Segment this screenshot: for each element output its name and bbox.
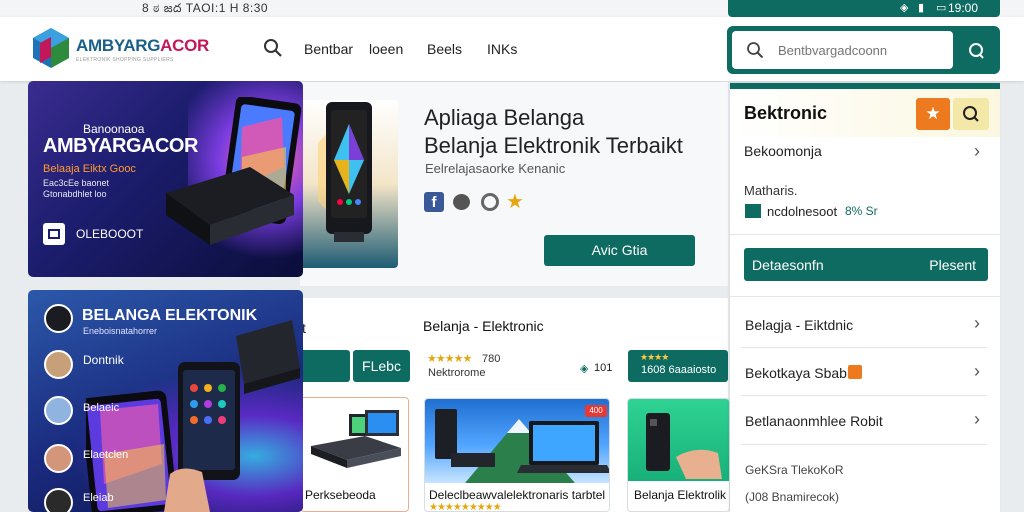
panel-footer-2: (J08 Bnamirecok) <box>745 490 840 504</box>
rating-count: 780 <box>482 353 501 365</box>
status-bar: 8 ಠ జద TAOI:1 H 8:30 ◈ ▮ ▭ 19:00 <box>0 0 1024 17</box>
panel-item-1[interactable]: Belagja - Eiktdnic <box>745 317 853 333</box>
panel-divider <box>730 296 1000 297</box>
rating-label: Nektrorome <box>428 367 486 379</box>
nav-link-3[interactable]: Beels <box>427 41 462 57</box>
wifi-icon: ◈ <box>900 2 909 14</box>
promo1-cta-icon <box>43 223 65 245</box>
promo2-avatar-4[interactable] <box>44 488 73 512</box>
chat-icon[interactable] <box>453 194 470 210</box>
panel-note-badge: 8% Sr <box>845 204 878 218</box>
share-icon[interactable] <box>481 193 499 211</box>
panel-action-button[interactable]: Detaesonfn Plesent <box>744 248 988 281</box>
chevron-right-icon[interactable]: › <box>974 313 980 334</box>
signal-icon: ▮ <box>918 2 925 14</box>
promo2-label-4: Eleiab <box>83 492 114 504</box>
chevron-right-icon[interactable]: › <box>974 141 980 162</box>
promo2-avatar-3[interactable] <box>44 444 73 473</box>
star-icon[interactable]: ★ <box>506 189 524 214</box>
panel-footer-1: GeKSra TlekoKoR <box>745 463 844 477</box>
filter-button[interactable]: FLebc <box>353 350 410 382</box>
hero-phone-image <box>318 102 372 242</box>
product-card-2-stars: ★★★★★★★★★ <box>429 502 502 512</box>
note-check-icon <box>745 204 761 218</box>
panel-divider <box>730 234 1000 235</box>
discount-badge: 400 <box>585 405 607 417</box>
rating-stars: ★★★★★ <box>427 353 472 365</box>
price-icon: ◈ <box>580 363 589 375</box>
promo2-avatar-1[interactable] <box>44 350 73 379</box>
promo-device-image <box>166 97 302 245</box>
panel-row-1-label[interactable]: Bekoomonja <box>744 143 822 159</box>
search-input[interactable] <box>732 31 953 69</box>
section-title: Belanja - Elektronic <box>423 318 544 334</box>
panel-item-2[interactable]: Bekotkaya Sbabl <box>745 365 850 381</box>
panel-divider <box>741 444 987 445</box>
promo2-label-2: Belaeic <box>83 402 120 414</box>
product-card-1[interactable]: Perksebeoda <box>300 397 409 512</box>
nav-link-1[interactable]: Bentbar <box>304 41 353 57</box>
panel-title: Bektronic <box>744 103 828 123</box>
search-icon[interactable] <box>263 38 283 58</box>
promo2-label-3: Elaetclen <box>83 449 129 461</box>
price-value: 101 <box>594 362 613 374</box>
promo2-avatar-0 <box>44 304 73 333</box>
battery-icon: ▭ <box>936 2 947 14</box>
brand-logo-icon[interactable] <box>32 27 70 69</box>
favorite-star-button[interactable]: ★ <box>916 98 950 130</box>
promo2-label-1: Dontnik <box>83 353 124 367</box>
promo1-top-text: Banoonaoa <box>83 122 145 136</box>
product-card-1-title: Perksebeoda <box>305 488 376 502</box>
product-card-3-title: Belanja Elektrolik <box>634 488 727 502</box>
promo1-cta[interactable]: OLEBOOOT <box>76 227 143 241</box>
product-card-2-title: Deleclbeawvalelektronaris tarbtel <box>429 488 606 502</box>
chevron-right-icon[interactable]: › <box>974 361 980 382</box>
promo-banner-bottom[interactable]: BELANGA ELEKTONIK Eneboisnatahorrer Dont… <box>28 290 303 512</box>
hero-subtitle: Eelrelajasaorke Kenanic <box>425 161 566 176</box>
product-card-3[interactable]: Belanja Elektrolik <box>627 398 730 512</box>
hot-badge-icon <box>848 365 862 379</box>
panel-item-3[interactable]: Betlanaonmhlee Robit <box>745 413 883 429</box>
nav-link-2[interactable]: loeen <box>369 41 403 57</box>
panel-search-button[interactable] <box>953 98 989 130</box>
price-pill-stars: ★★★★ <box>640 352 669 362</box>
promo-banner-top[interactable]: Banoonaoa AMBYARGACOR Belaaja Eiktx Gooc… <box>28 81 303 277</box>
promo1-subtitle: Belaaja Eiktx Gooc <box>43 163 136 175</box>
hero-cta-button[interactable]: Avic Gtia <box>544 235 695 266</box>
product-image-phone-hand <box>646 413 722 479</box>
nav-link-4[interactable]: INKs <box>487 41 517 57</box>
search-submit-button[interactable] <box>962 37 990 65</box>
section-tab-left[interactable] <box>300 350 350 382</box>
panel-divider <box>741 347 987 348</box>
product-card-2[interactable]: 400 Deleclbeawvalelektronaris tarbtel ★★… <box>424 398 610 512</box>
hero-title: Apliaga Belanga Belanja Elektronik Terbai… <box>424 105 683 158</box>
panel-note-label: Matharis. <box>744 183 798 198</box>
panel-note-value: ncdolnesoot <box>767 204 838 219</box>
promo2-title: BELANGA ELEKTONIK <box>82 307 258 324</box>
promo2-subtitle: Eneboisnatahorrer <box>83 326 158 336</box>
brand-tagline: ELEKTRONIK SHOPPING SUPPLIERS <box>76 57 174 63</box>
promo1-brand: AMBYARGACOR <box>43 135 198 157</box>
promo2-avatar-2[interactable] <box>44 396 73 425</box>
promo1-line2: Gtonabdhlet loo <box>43 189 107 199</box>
facebook-icon[interactable]: f <box>424 192 444 212</box>
product-image-console <box>311 410 401 468</box>
status-right: ◈ ▮ ▭ 19:00 <box>728 0 1000 17</box>
status-left-text: 8 ಠ జద TAOI:1 H 8:30 <box>142 1 269 15</box>
product-image-laptop <box>435 409 609 483</box>
chevron-right-icon[interactable]: › <box>974 409 980 430</box>
search-field-icon <box>747 42 764 59</box>
panel-divider <box>741 395 987 396</box>
status-time: 19:00 <box>947 1 978 15</box>
brand-name[interactable]: AMBYARGACOR <box>76 36 209 56</box>
promo1-line1: Eac3cEe baonet <box>43 178 110 188</box>
